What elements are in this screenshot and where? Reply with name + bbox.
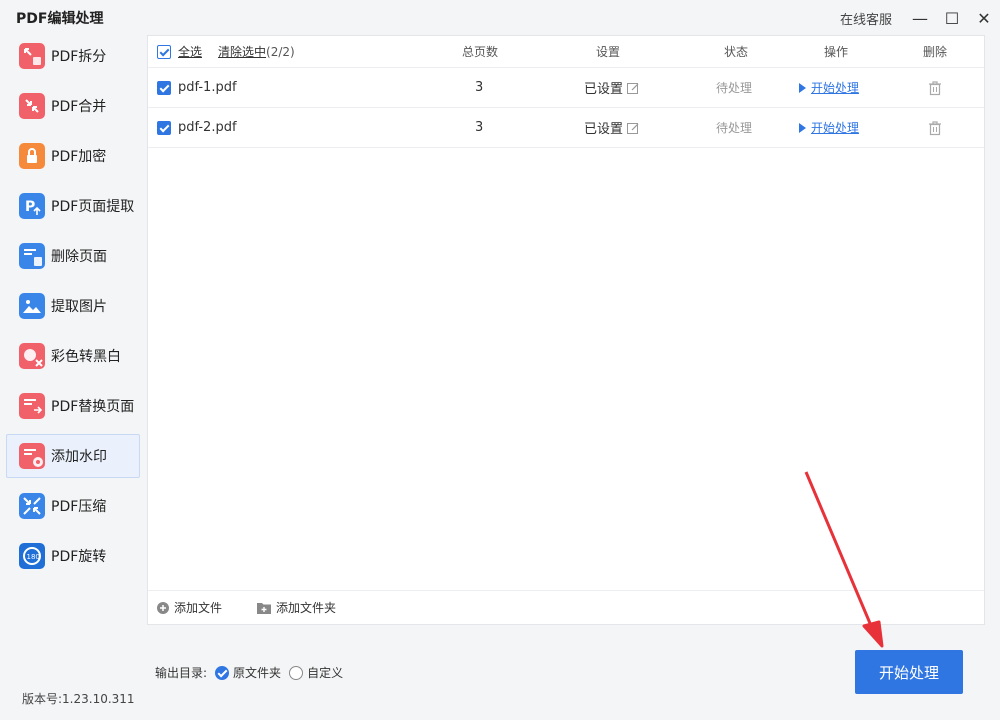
replace-page-icon <box>19 393 45 419</box>
sidebar-item-delete-page[interactable]: 删除页面 <box>6 234 140 278</box>
process-status: 待处理 <box>716 81 753 95</box>
col-pages: 总页数 <box>462 45 499 59</box>
trash-icon[interactable] <box>927 80 943 96</box>
image-extract-icon <box>19 293 45 319</box>
add-file-button[interactable]: 添加文件 <box>156 599 222 616</box>
page-extract-icon: P <box>19 193 45 219</box>
page-count: 3 <box>475 80 484 95</box>
file-name: pdf-2.pdf <box>178 120 237 135</box>
start-row-link[interactable]: 开始处理 <box>811 79 859 96</box>
maximize-button[interactable]: ☐ <box>936 0 968 36</box>
trash-icon[interactable] <box>927 120 943 136</box>
sidebar-item-color-to-bw[interactable]: 彩色转黑白 <box>6 334 140 378</box>
sidebar-item-watermark[interactable]: 添加水印 <box>6 434 140 478</box>
delete-page-icon <box>19 243 45 269</box>
rotate-icon: 180 <box>19 543 45 569</box>
file-list-panel: 全选 清除选中 (2/2) 总页数 设置 状态 操作 删除 pdf-1.pdf … <box>147 35 985 625</box>
col-status: 状态 <box>724 45 749 59</box>
merge-icon <box>19 93 45 119</box>
compress-icon <box>19 493 45 519</box>
sidebar-item-label: PDF加密 <box>51 149 107 165</box>
close-button[interactable]: ✕ <box>968 0 1000 36</box>
page-count: 3 <box>475 120 484 135</box>
option-original-label[interactable]: 原文件夹 <box>233 664 281 681</box>
option-custom-label[interactable]: 自定义 <box>307 664 343 681</box>
output-label: 输出目录: <box>155 666 208 680</box>
version-label: 版本号:1.23.10.311 <box>22 692 135 706</box>
row-checkbox[interactable] <box>157 80 171 95</box>
table-header: 全选 清除选中 (2/2) 总页数 设置 状态 操作 删除 <box>148 36 984 68</box>
plus-circle-icon <box>157 601 169 614</box>
folder-plus-icon <box>257 602 272 614</box>
sidebar-item-encrypt[interactable]: PDF加密 <box>6 134 140 178</box>
sidebar-item-label: 彩色转黑白 <box>51 349 121 365</box>
sidebar-item-label: PDF旋转 <box>51 549 107 565</box>
svg-text:P: P <box>25 199 35 215</box>
panel-footer: 添加文件 添加文件夹 <box>148 590 984 624</box>
sidebar-item-rotate[interactable]: 180 PDF旋转 <box>6 534 140 578</box>
radio-custom[interactable] <box>289 665 304 680</box>
sidebar-item-image-extract[interactable]: 提取图片 <box>6 284 140 328</box>
sidebar-item-label: PDF替换页面 <box>51 399 135 415</box>
sidebar-item-split[interactable]: PDF拆分 <box>6 34 140 78</box>
sidebar-item-merge[interactable]: PDF合并 <box>6 84 140 128</box>
table-row: pdf-2.pdf 3 已设置 待处理 开始处理 <box>148 108 984 148</box>
select-all-area: 全选 清除选中 (2/2) <box>157 36 295 67</box>
selected-count: (2/2) <box>266 44 295 59</box>
lock-icon <box>19 143 45 169</box>
add-folder-label: 添加文件夹 <box>276 601 337 615</box>
minimize-button[interactable]: — <box>904 0 936 36</box>
sidebar-item-page-extract[interactable]: P PDF页面提取 <box>6 184 140 228</box>
output-directory: 输出目录: 原文件夹 自定义 <box>155 664 343 681</box>
play-icon <box>799 122 806 133</box>
start-row-action[interactable]: 开始处理 <box>799 68 859 107</box>
select-all-checkbox[interactable] <box>157 44 171 59</box>
process-status: 待处理 <box>716 121 753 135</box>
sidebar-item-label: PDF合并 <box>51 99 107 115</box>
start-row-action[interactable]: 开始处理 <box>799 108 859 147</box>
col-settings: 设置 <box>596 45 621 59</box>
sidebar-item-label: 删除页面 <box>51 249 107 265</box>
col-action: 操作 <box>824 45 849 59</box>
sidebar-item-replace-page[interactable]: PDF替换页面 <box>6 384 140 428</box>
start-row-link[interactable]: 开始处理 <box>811 119 859 136</box>
play-icon <box>799 82 806 93</box>
add-folder-button[interactable]: 添加文件夹 <box>256 599 336 616</box>
settings-status: 已设置 <box>584 82 624 97</box>
add-file-label: 添加文件 <box>174 601 223 615</box>
row-checkbox[interactable] <box>157 120 171 135</box>
sidebar-item-label: PDF压缩 <box>51 499 107 515</box>
col-delete: 删除 <box>923 45 948 59</box>
window-controls: 在线客服 — ☐ ✕ <box>840 0 1000 36</box>
online-service-link[interactable]: 在线客服 <box>840 9 892 28</box>
edit-icon[interactable] <box>626 81 640 95</box>
select-all-link[interactable]: 全选 <box>178 43 202 60</box>
sidebar-item-label: PDF页面提取 <box>51 199 135 215</box>
sidebar-item-label: 添加水印 <box>51 449 107 465</box>
svg-text:180: 180 <box>27 553 40 561</box>
clear-selected-link[interactable]: 清除选中 <box>218 43 266 60</box>
start-process-button[interactable]: 开始处理 <box>855 650 963 694</box>
sidebar-item-compress[interactable]: PDF压缩 <box>6 484 140 528</box>
edit-icon[interactable] <box>626 121 640 135</box>
app-title: PDF编辑处理 <box>16 11 104 27</box>
color-to-bw-icon <box>19 343 45 369</box>
sidebar-item-label: 提取图片 <box>51 299 107 315</box>
settings-status: 已设置 <box>584 122 624 137</box>
table-row: pdf-1.pdf 3 已设置 待处理 开始处理 <box>148 68 984 108</box>
split-icon <box>19 43 45 69</box>
sidebar: PDF拆分 PDF合并 PDF加密 P PDF页面提取 删除页面 提取图片 彩色… <box>6 34 140 584</box>
watermark-icon <box>19 443 45 469</box>
file-name: pdf-1.pdf <box>178 80 237 95</box>
radio-original-folder[interactable] <box>215 665 230 680</box>
sidebar-item-label: PDF拆分 <box>51 49 107 65</box>
